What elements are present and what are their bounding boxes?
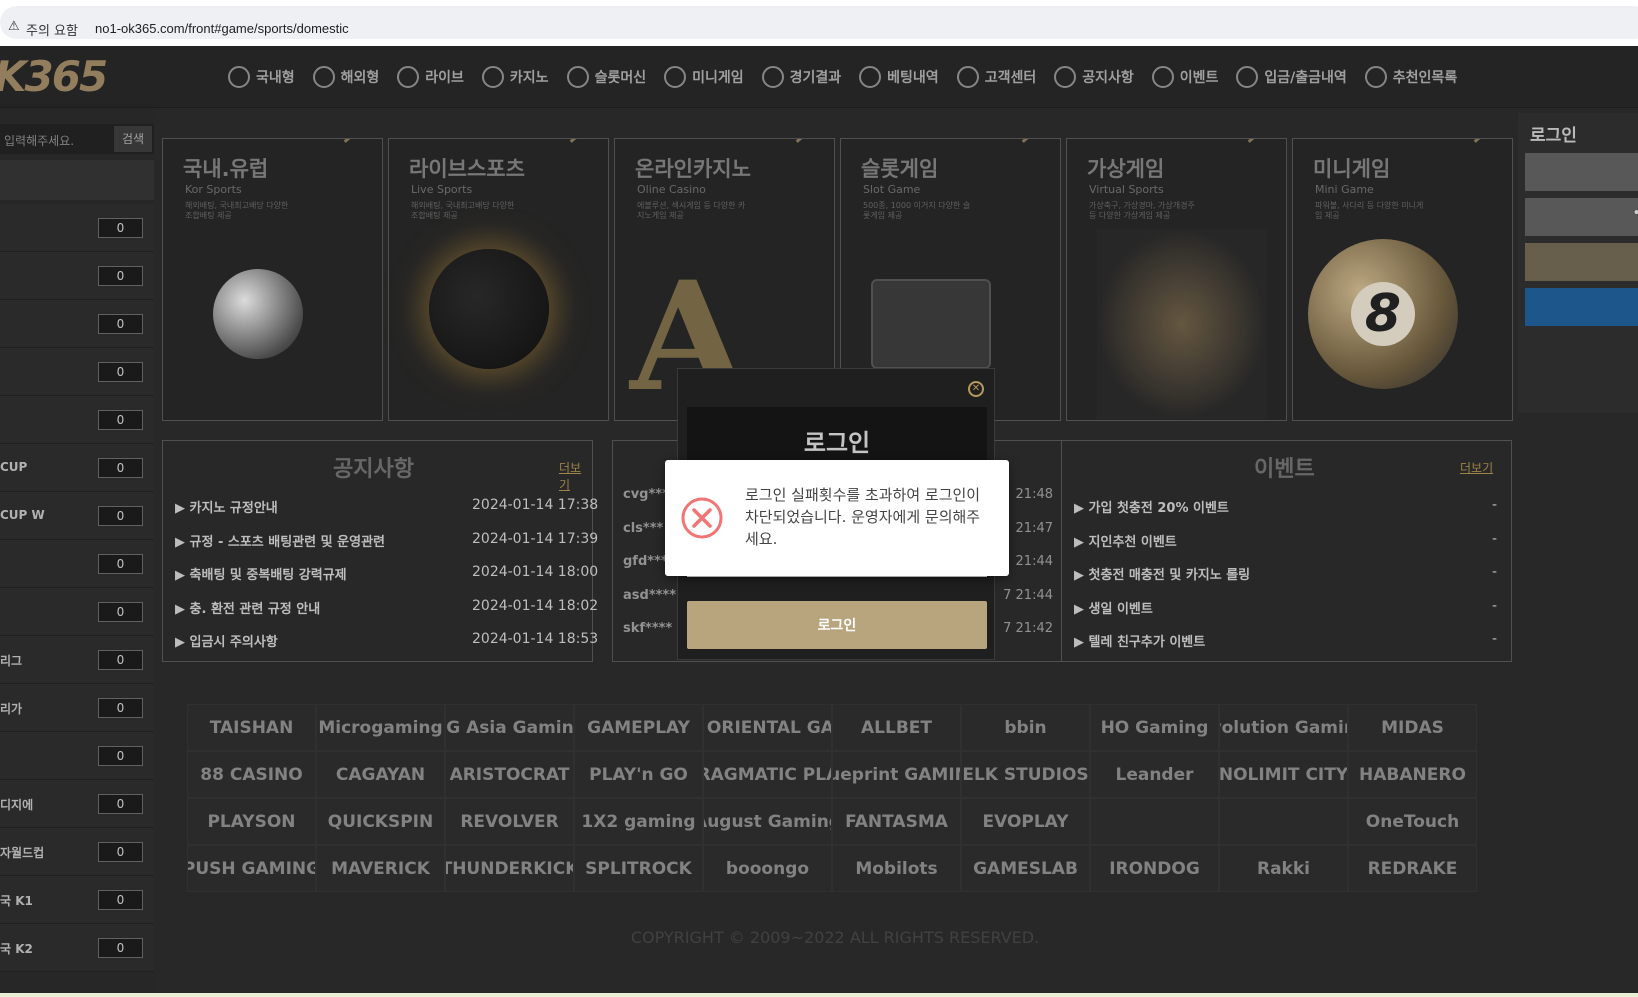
login-modal-header: 로그인 xyxy=(687,407,987,467)
modal-login-button[interactable]: 로그인 xyxy=(687,601,987,649)
bottom-strip xyxy=(0,993,1638,997)
url-field[interactable]: ⚠ 주의 요함 no1-ok365.com/front#game/sports/… xyxy=(0,6,1638,39)
error-alert-dialog: 로그인 실패횟수를 초과하여 로그인이 차단되었습니다. 운영자에게 문의해주세… xyxy=(665,460,1009,576)
site-page: K365 국내형 해외형 라이브 카지노 슬롯머신 미니게임 경기결과 베팅내역 고객센터 공지사… xyxy=(0,46,1638,993)
alert-message: 로그인 실패횟수를 초과하여 로그인이 차단되었습니다. 운영자에게 문의해주세… xyxy=(745,486,981,548)
browser-address-bar: ⚠ 주의 요함 no1-ok365.com/front#game/sports/… xyxy=(0,0,1638,44)
warning-triangle-icon: ⚠ xyxy=(8,19,20,34)
url-text[interactable]: no1-ok365.com/front#game/sports/domestic xyxy=(95,21,349,36)
login-modal-title: 로그인 xyxy=(803,429,871,457)
security-warning-label[interactable]: 주의 요함 xyxy=(26,20,78,39)
close-icon[interactable]: ✕ xyxy=(968,381,984,397)
error-x-icon xyxy=(681,497,723,539)
